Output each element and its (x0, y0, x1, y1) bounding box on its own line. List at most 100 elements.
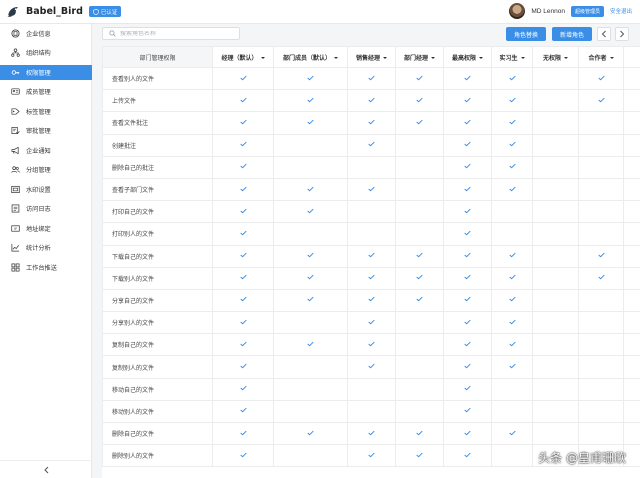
permission-cell[interactable] (578, 200, 624, 224)
permission-cell[interactable] (578, 421, 624, 446)
permission-cell[interactable] (491, 177, 533, 202)
sidebar-item-company-info[interactable]: 企业信息 (0, 26, 92, 41)
permission-cell[interactable] (212, 200, 274, 224)
permission-cell[interactable] (347, 311, 396, 335)
permission-cell[interactable] (491, 155, 533, 179)
permission-cell[interactable] (491, 421, 533, 446)
permission-cell[interactable] (443, 222, 492, 246)
permission-cell[interactable] (491, 333, 533, 357)
permission-cell[interactable] (212, 133, 274, 157)
permission-cell[interactable] (443, 133, 492, 157)
permission-cell[interactable] (623, 133, 640, 157)
role-column-header[interactable]: 实习生 (491, 46, 533, 68)
permission-cell[interactable] (347, 333, 396, 357)
sidebar-item-workbench-push[interactable]: 工作台推送 (0, 260, 92, 275)
permission-cell[interactable] (212, 377, 274, 401)
sidebar-item-groups[interactable]: 分组管理 (0, 162, 92, 177)
permission-cell[interactable] (623, 222, 640, 246)
permission-cell[interactable] (443, 244, 492, 268)
permission-cell[interactable] (347, 222, 396, 246)
permission-cell[interactable] (491, 133, 533, 157)
permission-cell[interactable] (532, 155, 579, 179)
search-input[interactable] (120, 30, 230, 37)
permission-cell[interactable] (347, 444, 396, 468)
permission-cell[interactable] (395, 444, 444, 468)
add-role-button[interactable]: 新增角色 (552, 27, 592, 41)
permission-cell[interactable] (578, 111, 624, 135)
permission-cell[interactable] (347, 288, 396, 313)
role-column-header[interactable]: 合作者 (578, 46, 624, 68)
caret-down-icon[interactable] (520, 56, 525, 59)
sidebar-item-approval[interactable]: 审批管理 (0, 123, 92, 138)
permission-cell[interactable] (212, 177, 274, 202)
permission-cell[interactable] (273, 377, 348, 401)
permission-cell[interactable] (443, 399, 492, 424)
caret-down-icon[interactable] (383, 56, 387, 59)
permission-cell[interactable] (395, 377, 444, 401)
sidebar-item-org-structure[interactable]: 组织结构 (0, 45, 92, 60)
permission-cell[interactable] (395, 333, 444, 357)
permission-cell[interactable] (212, 244, 274, 268)
permission-cell[interactable] (578, 89, 624, 113)
permission-cell[interactable] (491, 444, 533, 468)
prev-column-button[interactable] (597, 27, 611, 41)
permission-cell[interactable] (578, 222, 624, 246)
permission-cell[interactable] (532, 288, 579, 313)
permission-cell[interactable] (212, 66, 274, 91)
permission-cell[interactable] (347, 244, 396, 268)
permission-cell[interactable] (273, 288, 348, 313)
permission-cell[interactable] (491, 244, 533, 268)
permission-cell[interactable] (443, 377, 492, 401)
permission-cell[interactable] (395, 399, 444, 424)
permission-cell[interactable] (623, 399, 640, 424)
permission-cell[interactable] (395, 222, 444, 246)
permission-cell[interactable] (623, 111, 640, 135)
permission-cell[interactable] (395, 244, 444, 268)
permission-cell[interactable] (395, 311, 444, 335)
permission-cell[interactable] (491, 355, 533, 379)
caret-down-icon[interactable] (260, 56, 265, 59)
permission-cell[interactable] (491, 377, 533, 401)
permission-cell[interactable] (532, 200, 579, 224)
sidebar-item-statistics[interactable]: 统计分析 (0, 240, 92, 255)
permission-cell[interactable] (347, 421, 396, 446)
permission-cell[interactable] (623, 266, 640, 290)
permission-cell[interactable] (273, 421, 348, 446)
permission-cell[interactable] (623, 355, 640, 379)
caret-down-icon[interactable] (479, 56, 483, 59)
permission-cell[interactable] (395, 421, 444, 446)
permission-cell[interactable] (532, 311, 579, 335)
permission-cell[interactable] (623, 177, 640, 202)
permission-cell[interactable] (578, 177, 624, 202)
permission-cell[interactable] (443, 421, 492, 446)
permission-cell[interactable] (623, 333, 640, 357)
permission-cell[interactable] (212, 421, 274, 446)
permission-cell[interactable] (273, 89, 348, 113)
caret-down-icon[interactable] (431, 56, 435, 59)
permission-cell[interactable] (273, 399, 348, 424)
permission-cell[interactable] (578, 66, 624, 91)
permission-cell[interactable] (273, 244, 348, 268)
sidebar-item-permissions[interactable]: 权限管理 (0, 65, 92, 80)
permission-cell[interactable] (347, 355, 396, 379)
permission-cell[interactable] (532, 399, 579, 424)
permission-cell[interactable] (578, 133, 624, 157)
permission-cell[interactable] (443, 200, 492, 224)
sidebar-item-access-log[interactable]: 访问日志 (0, 201, 92, 216)
permission-cell[interactable] (443, 111, 492, 135)
permission-cell[interactable] (212, 288, 274, 313)
logout-link[interactable]: 安全退出 (610, 7, 632, 15)
role-column-header[interactable]: 销售经理 (347, 46, 396, 68)
caret-down-icon[interactable] (609, 56, 614, 59)
permission-cell[interactable] (273, 266, 348, 290)
permission-cell[interactable] (532, 244, 579, 268)
permission-cell[interactable] (532, 266, 579, 290)
permission-cell[interactable] (491, 89, 533, 113)
permission-cell[interactable] (395, 155, 444, 179)
permission-cell[interactable] (395, 200, 444, 224)
sidebar-item-notifications[interactable]: 企业通知 (0, 143, 92, 158)
permission-cell[interactable] (347, 66, 396, 91)
permission-cell[interactable] (395, 66, 444, 91)
permission-cell[interactable] (491, 288, 533, 313)
permission-cell[interactable] (395, 89, 444, 113)
